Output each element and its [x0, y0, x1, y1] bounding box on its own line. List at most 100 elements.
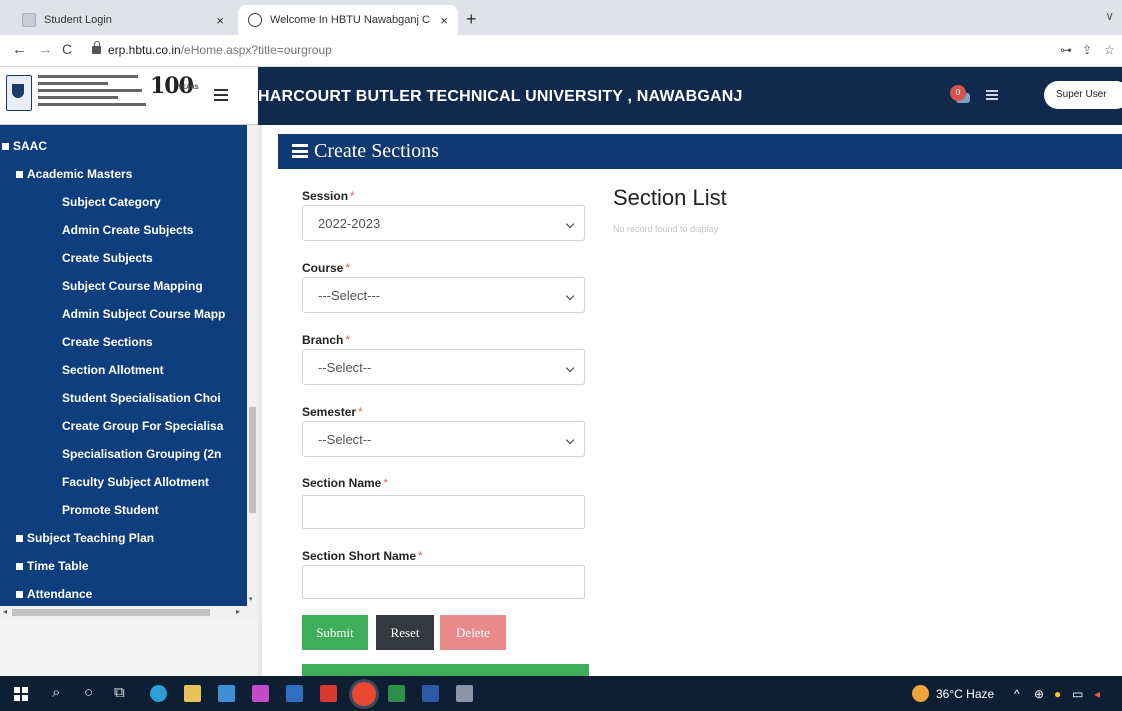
sidebar-footer-area [0, 619, 258, 676]
chevron-down-icon[interactable]: ∨ [1105, 9, 1114, 23]
sidebar-item-subject-teaching-plan[interactable]: Subject Teaching Plan [0, 531, 247, 545]
search-icon[interactable]: ⌕ [52, 684, 60, 701]
section-name-label-text: Section Name [302, 476, 382, 490]
mail-icon[interactable] [218, 685, 235, 702]
sidebar-nav: SAAC Academic Masters Subject Category A… [0, 125, 247, 606]
sidebar-item-create-subjects[interactable]: Create Subjects [0, 251, 247, 265]
windows-start-icon[interactable] [14, 687, 28, 701]
excel-icon[interactable] [388, 685, 405, 702]
sidebar-item-student-specialisation-choice[interactable]: Student Specialisation Choi [0, 391, 247, 405]
edge-icon[interactable] [150, 685, 167, 702]
forward-button[interactable]: → [38, 41, 53, 58]
sidebar-horizontal-scrollbar[interactable]: ◂ ▸ [0, 606, 258, 619]
key-icon[interactable]: ⊶ [1060, 43, 1072, 57]
weather-text[interactable]: 36°C Haze [936, 687, 994, 701]
star-icon[interactable]: ☆ [1104, 43, 1115, 57]
sidebar-item-label: Create Sections [62, 335, 153, 349]
delete-button[interactable]: Delete [440, 615, 506, 650]
tab-welcome-hbtu[interactable]: Welcome In HBTU Nawabganj C × [238, 5, 458, 35]
scroll-right-icon[interactable]: ▸ [236, 607, 240, 616]
semester-select[interactable]: --Select-- [302, 421, 585, 457]
acrobat-icon[interactable] [320, 685, 337, 702]
lock-icon [92, 41, 101, 54]
branch-select[interactable]: --Select-- [302, 349, 585, 385]
chevron-down-icon [565, 435, 575, 445]
sidebar-item-subject-category[interactable]: Subject Category [0, 195, 247, 209]
sidebar-item-label: Subject Teaching Plan [27, 531, 155, 545]
sidebar-item-subject-course-mapping[interactable]: Subject Course Mapping [0, 279, 247, 293]
sidebar-item-label: Academic Masters [27, 167, 133, 181]
sidebar-item-promote-student[interactable]: Promote Student [0, 503, 247, 517]
course-label: Course * [302, 261, 350, 275]
sidebar-item-create-sections[interactable]: Create Sections [0, 335, 247, 349]
globe-icon [248, 13, 262, 27]
branch-label: Branch * [302, 333, 350, 347]
chrome-icon[interactable] [352, 682, 376, 706]
course-label-text: Course [302, 261, 344, 275]
menu-toggle-icon[interactable] [214, 89, 228, 101]
page-icon [22, 13, 36, 27]
tab-student-login[interactable]: Student Login × [12, 5, 234, 35]
sidebar-item-academic-masters[interactable]: Academic Masters [0, 167, 247, 181]
sidebar-item-label: Student Specialisation Choi [62, 391, 221, 405]
list-icon[interactable] [986, 90, 998, 100]
course-value: ---Select--- [318, 288, 381, 303]
file-explorer-icon[interactable] [184, 685, 201, 702]
submit-button[interactable]: Submit [302, 615, 368, 650]
close-icon[interactable]: × [440, 13, 448, 28]
word-icon[interactable] [422, 685, 439, 702]
session-label: Session * [302, 189, 355, 203]
session-label-text: Session [302, 189, 349, 203]
university-logo[interactable]: 100 YEARS [0, 67, 258, 125]
reload-button[interactable]: C [62, 41, 72, 57]
calculator-icon[interactable] [456, 685, 473, 702]
sidebar-item-label: Time Table [27, 559, 89, 573]
notification-icon[interactable]: 0 [950, 83, 970, 103]
close-icon[interactable]: × [216, 13, 224, 28]
scrollbar-thumb[interactable] [12, 609, 210, 616]
notification-center-icon[interactable]: ▭ [1072, 687, 1083, 701]
sidebar-item-admin-create-subjects[interactable]: Admin Create Subjects [0, 223, 247, 237]
cortana-icon[interactable]: ○ [84, 684, 93, 701]
sidebar-item-time-table[interactable]: Time Table [0, 559, 247, 573]
course-select[interactable]: ---Select--- [302, 277, 585, 313]
weather-icon[interactable] [912, 685, 929, 702]
paint-icon[interactable] [252, 685, 269, 702]
scroll-left-icon[interactable]: ◂ [3, 607, 7, 616]
back-button[interactable]: ← [12, 41, 27, 58]
new-tab-button[interactable]: + [466, 9, 477, 30]
sidebar-item-specialisation-grouping[interactable]: Specialisation Grouping (2n [0, 447, 247, 461]
store-icon[interactable] [286, 685, 303, 702]
sidebar-item-create-group-for-specialisation[interactable]: Create Group For Specialisa [0, 419, 247, 433]
reset-button[interactable]: Reset [376, 615, 434, 650]
required-mark: * [345, 261, 351, 275]
task-view-icon[interactable]: ⧉ [114, 684, 125, 701]
sidebar-item-label: Promote Student [62, 503, 159, 517]
url-field[interactable]: erp.hbtu.co.in/eHome.aspx?title=ourgroup [108, 43, 332, 57]
onedrive-icon[interactable]: ● [1054, 687, 1061, 701]
chevron-down-icon [565, 291, 575, 301]
volume-icon[interactable]: ◂ [1094, 687, 1100, 701]
sidebar-item-label: Create Subjects [62, 251, 153, 265]
sidebar-item-label: Admin Subject Course Mapp [62, 307, 226, 321]
sidebar-item-faculty-subject-allotment[interactable]: Faculty Subject Allotment [0, 475, 247, 489]
chevron-down-icon [565, 363, 575, 373]
sidebar-item-admin-subject-course-mapping[interactable]: Admin Subject Course Mapp [0, 307, 247, 321]
section-name-input[interactable] [302, 495, 585, 529]
sidebar-item-attendance[interactable]: Attendance [0, 587, 247, 601]
sidebar-item-saac[interactable]: SAAC [0, 139, 247, 153]
required-mark: * [418, 549, 423, 563]
page-title: Create Sections [314, 140, 439, 162]
scroll-down-icon[interactable]: ▾ [249, 595, 253, 603]
scrollbar-thumb[interactable] [249, 407, 256, 513]
sidebar-item-section-allotment[interactable]: Section Allotment [0, 363, 247, 377]
session-select[interactable]: 2022-2023 [302, 205, 585, 241]
network-icon[interactable]: ⊕ [1034, 687, 1044, 701]
user-menu-button[interactable]: Super User [1044, 81, 1122, 109]
section-name-label: Section Name * [302, 476, 388, 490]
tray-chevron-icon[interactable]: ^ [1014, 687, 1020, 701]
section-short-name-input[interactable] [302, 565, 585, 599]
sidebar-vertical-scrollbar[interactable]: ▾ [247, 125, 258, 606]
share-icon[interactable]: ⇪ [1082, 43, 1092, 57]
chevron-down-icon [565, 219, 575, 229]
